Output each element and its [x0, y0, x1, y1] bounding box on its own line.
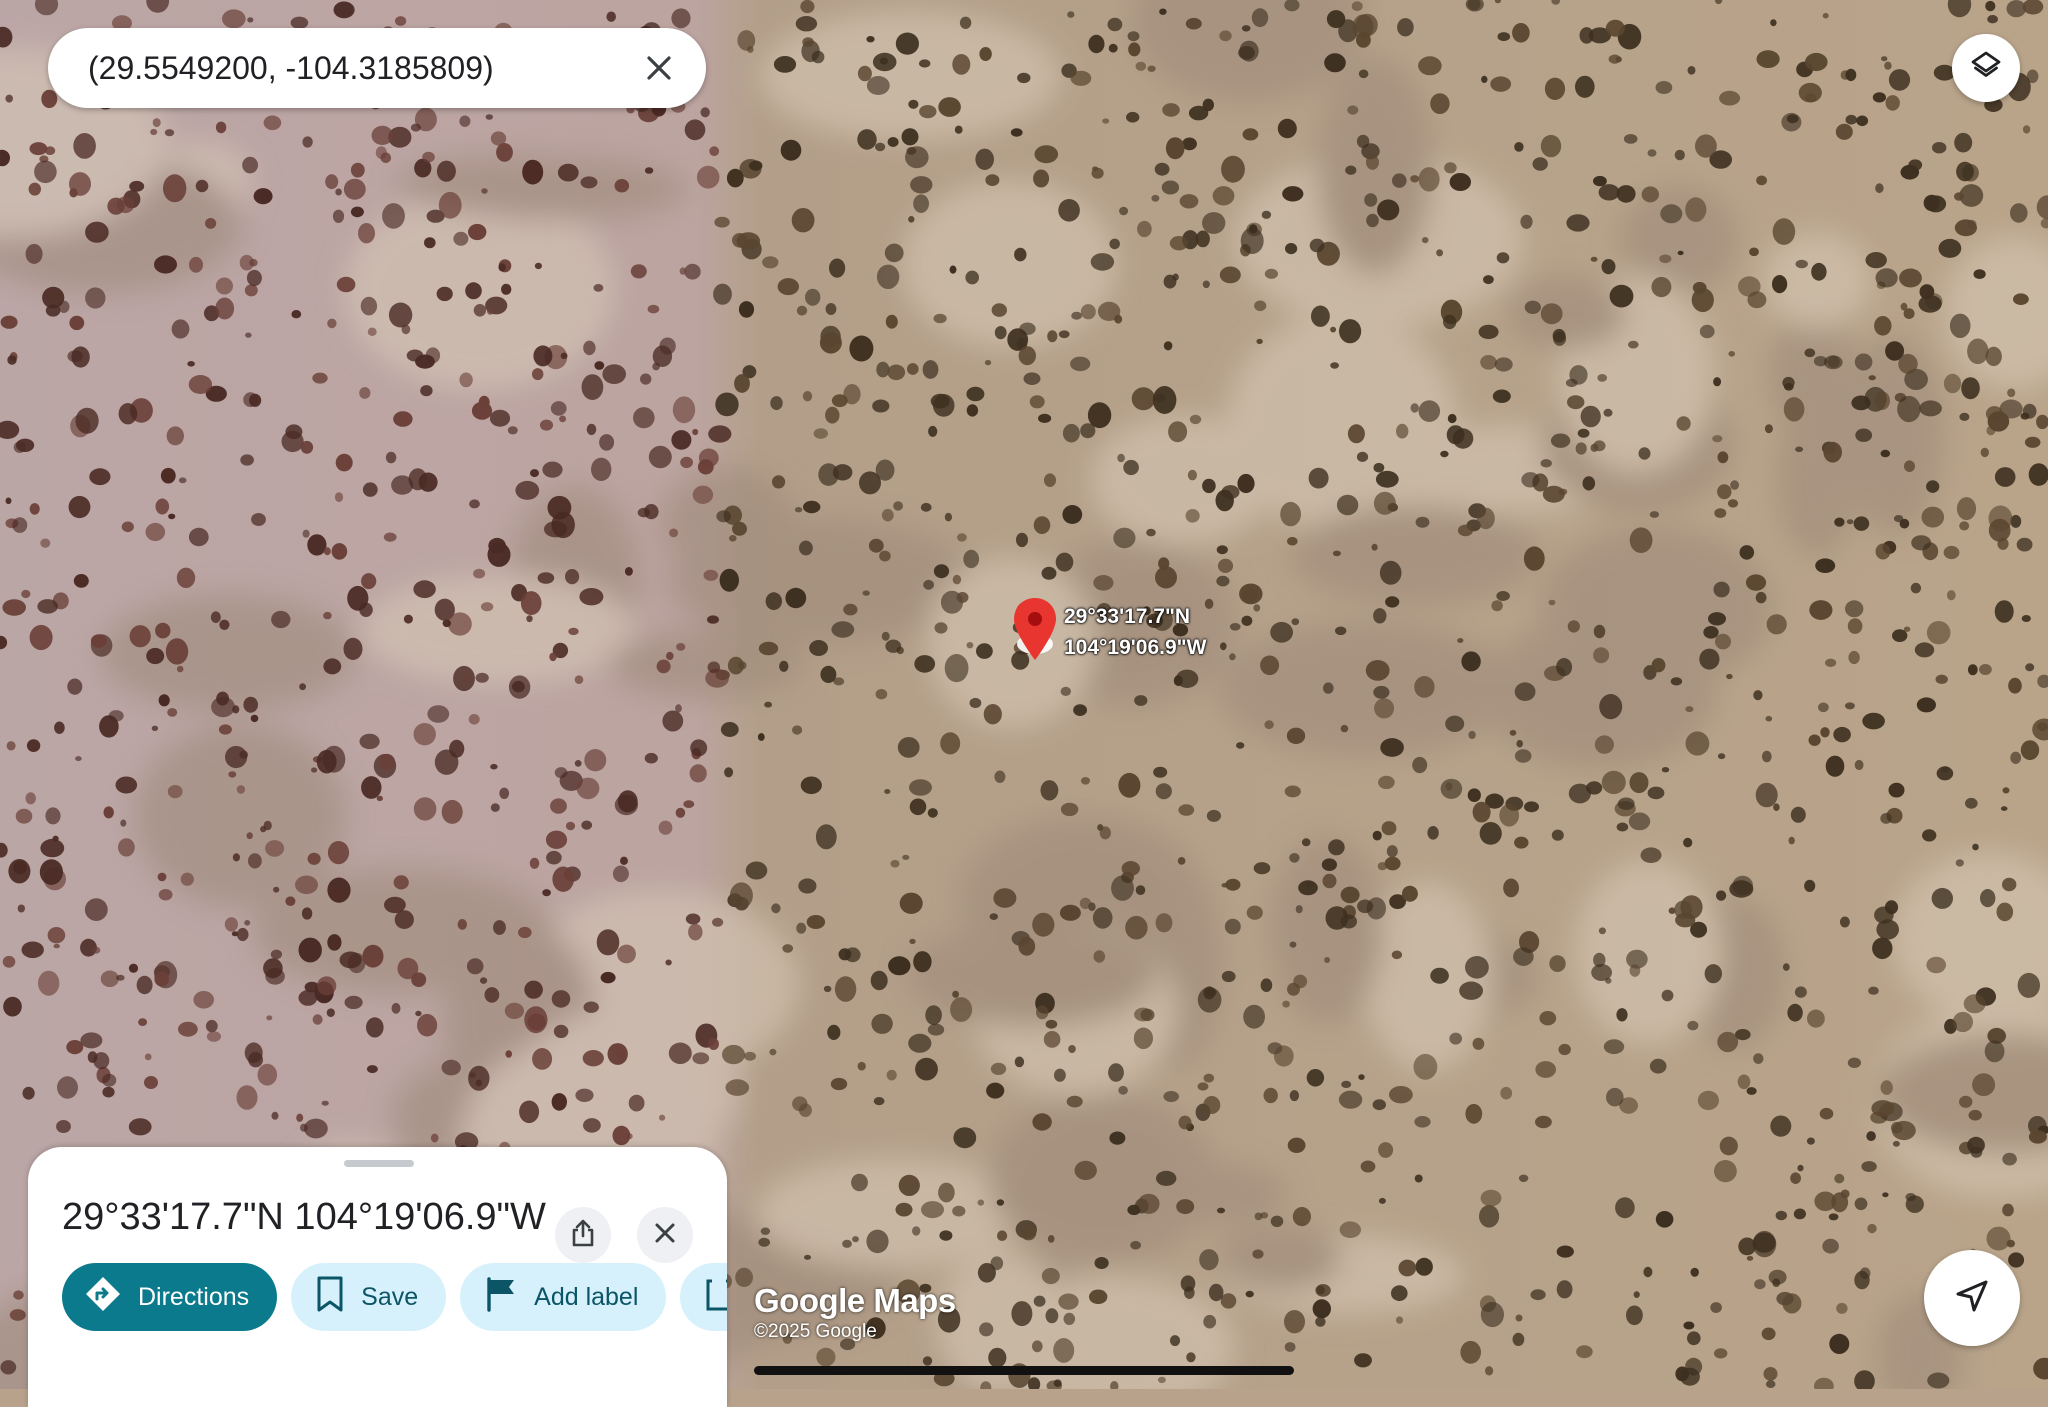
google-maps-logo: Google Maps [754, 1282, 956, 1319]
location-pin-icon[interactable] [1012, 596, 1058, 664]
add-label-button[interactable]: Add label [460, 1263, 667, 1331]
directions-button[interactable]: Directions [62, 1263, 278, 1331]
copyright-text: ©2025 Google [754, 1321, 877, 1342]
layers-button[interactable] [1952, 34, 2020, 102]
flag-icon [484, 1276, 534, 1319]
more-actions-button[interactable] [680, 1263, 727, 1331]
save-label: Save [361, 1282, 419, 1311]
share-button[interactable] [555, 1207, 611, 1263]
share-icon [569, 1218, 597, 1253]
navigation-arrow-icon [1952, 1276, 1992, 1321]
place-title: 29°33'17.7"N 104°19'06.9"W [62, 1196, 546, 1238]
marker-coordinates-label: 29°33'17.7"N 104°19'06.9"W [1064, 601, 1206, 663]
home-indicator[interactable] [754, 1366, 1294, 1375]
search-query[interactable]: (29.5549200, -104.3185809) [88, 50, 634, 87]
close-sheet-button[interactable] [637, 1207, 693, 1263]
marker-lat-label: 29°33'17.7"N [1064, 605, 1191, 628]
bookmark-icon [315, 1275, 361, 1320]
directions-icon [84, 1275, 138, 1320]
close-icon[interactable] [634, 43, 684, 93]
map-attribution: Google Maps ©2025 Google [754, 1282, 956, 1344]
drag-handle[interactable] [344, 1160, 414, 1167]
save-button[interactable]: Save [291, 1263, 447, 1331]
directions-label: Directions [138, 1282, 250, 1311]
more-action-icon [704, 1275, 727, 1320]
layers-icon [1969, 49, 2003, 88]
add-label-label: Add label [534, 1282, 639, 1311]
place-bottom-sheet: 29°33'17.7"N 104°19'06.9"W Directions Sa… [28, 1147, 727, 1407]
search-bar[interactable]: (29.5549200, -104.3185809) [48, 28, 706, 108]
close-icon [654, 1222, 676, 1249]
marker-lng-label: 104°19'06.9"W [1064, 636, 1207, 659]
action-chips: Directions Save Add label [62, 1263, 727, 1331]
my-location-button[interactable] [1924, 1250, 2020, 1346]
